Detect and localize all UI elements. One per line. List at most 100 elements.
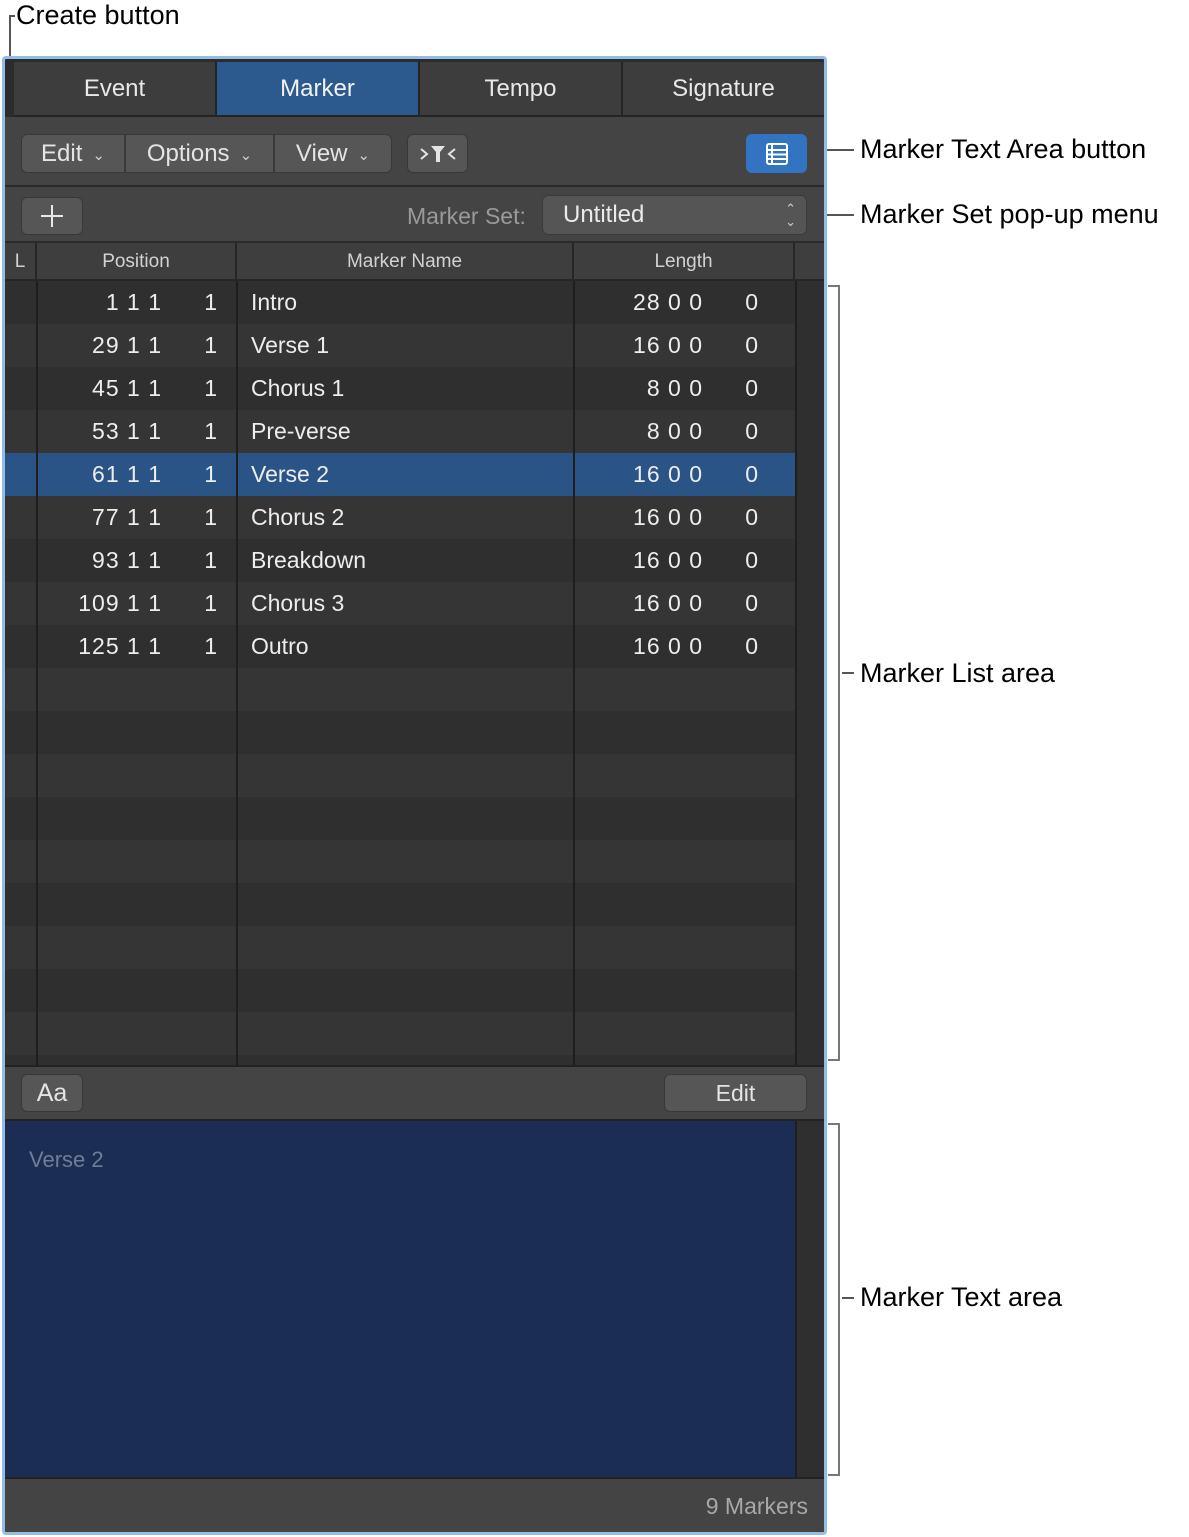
leader-marker-list <box>842 672 854 674</box>
menu-segment: Edit ⌄ Options ⌄ View ⌄ <box>21 134 392 173</box>
row-marker-name: Chorus 2 <box>251 504 345 530</box>
font-button[interactable]: Aa <box>21 1074 83 1112</box>
tab-event[interactable]: Event <box>14 62 217 117</box>
view-menu[interactable]: View ⌄ <box>275 135 391 172</box>
row-position: 125 1 1 <box>78 633 162 659</box>
row-marker-name: Intro <box>251 289 298 315</box>
table-row[interactable]: 93 1 1 1 Breakdown 16 0 0 0 <box>5 539 795 582</box>
row-position: 93 1 1 <box>92 547 162 573</box>
row-position-tick: 1 <box>204 504 217 530</box>
callout-marker-set-popup: Marker Set pop-up menu <box>860 199 1159 229</box>
row-length: 16 0 0 <box>633 633 703 659</box>
edit-menu[interactable]: Edit ⌄ <box>22 135 126 172</box>
row-length-tick: 0 <box>745 633 758 659</box>
row-position-tick: 1 <box>204 332 217 358</box>
row-stripe <box>5 883 795 926</box>
list-scrollbar[interactable] <box>795 281 824 1065</box>
row-stripe <box>5 797 795 840</box>
table-row[interactable]: 1 1 1 1 Intro 28 0 0 0 <box>5 281 795 324</box>
row-length: 8 0 0 <box>646 375 703 401</box>
row-marker-name: Outro <box>251 633 309 659</box>
tab-marker[interactable]: Marker <box>217 62 420 117</box>
list-header: L Position Marker Name Length <box>5 243 824 281</box>
row-length-tick: 0 <box>745 461 758 487</box>
row-stripe <box>5 969 795 1012</box>
row-position-tick: 1 <box>204 418 217 444</box>
marker-set-bar: Marker Set: Untitled ⌃ ⌄ <box>5 187 824 243</box>
row-stripe <box>5 1012 795 1055</box>
row-position-tick: 1 <box>204 633 217 659</box>
row-marker-name: Verse 2 <box>251 461 329 487</box>
row-position: 1 1 1 <box>105 289 162 315</box>
column-header-length[interactable]: Length <box>574 243 795 281</box>
tab-tempo[interactable]: Tempo <box>420 62 623 117</box>
tab-signature[interactable]: Signature <box>623 62 824 117</box>
chevron-down-icon: ⌄ <box>92 146 105 164</box>
row-length: 28 0 0 <box>633 289 703 315</box>
row-marker-name: Pre-verse <box>251 418 351 444</box>
row-marker-name: Chorus 3 <box>251 590 345 616</box>
row-stripe <box>5 668 795 711</box>
table-row[interactable]: 109 1 1 1 Chorus 3 16 0 0 0 <box>5 582 795 625</box>
marker-text-area[interactable]: Verse 2 <box>5 1121 795 1477</box>
row-length-tick: 0 <box>745 504 758 530</box>
row-marker-name: Verse 1 <box>251 332 329 358</box>
plus-icon <box>41 205 63 227</box>
row-length-tick: 0 <box>745 289 758 315</box>
row-position-tick: 1 <box>204 461 217 487</box>
toolbar: Edit ⌄ Options ⌄ View ⌄ <box>5 117 824 187</box>
status-bar: 9 Markers <box>5 1477 824 1532</box>
table-row-selected[interactable]: 61 1 1 1 Verse 2 16 0 0 0 <box>5 453 795 496</box>
list-icon <box>765 142 788 165</box>
row-length: 16 0 0 <box>633 590 703 616</box>
row-length: 8 0 0 <box>646 418 703 444</box>
text-area-toolbar: Aa Edit <box>5 1065 824 1121</box>
bracket-marker-list <box>828 285 840 1061</box>
table-row[interactable]: 53 1 1 1 Pre-verse 8 0 0 0 <box>5 410 795 453</box>
marker-set-popup[interactable]: Untitled ⌃ ⌄ <box>542 195 807 235</box>
row-position: 53 1 1 <box>92 418 162 444</box>
text-area-scrollbar[interactable] <box>795 1121 824 1477</box>
table-row[interactable]: 29 1 1 1 Verse 1 16 0 0 0 <box>5 324 795 367</box>
leader-marker-text <box>842 1297 854 1299</box>
row-marker-name: Breakdown <box>251 547 367 573</box>
catch-filter-button[interactable] <box>407 134 468 173</box>
edit-text-button[interactable]: Edit <box>664 1074 807 1112</box>
marker-set-value: Untitled <box>563 201 645 228</box>
leader-create-tick-top <box>9 15 15 17</box>
marker-list-area: 1 1 1 1 Intro 28 0 0 0 29 1 1 1 Verse 1 … <box>5 281 824 1065</box>
options-menu[interactable]: Options ⌄ <box>126 135 275 172</box>
row-stripe <box>5 926 795 969</box>
list-editor-tabs: Event Marker Tempo Signature <box>14 62 824 117</box>
marker-text-area-button[interactable] <box>746 134 807 173</box>
row-stripe <box>5 711 795 754</box>
column-header-lock[interactable]: L <box>5 243 37 281</box>
row-length: 16 0 0 <box>633 504 703 530</box>
bracket-marker-text <box>828 1123 840 1476</box>
table-row[interactable]: 45 1 1 1 Chorus 1 8 0 0 0 <box>5 367 795 410</box>
create-button[interactable] <box>21 197 83 235</box>
row-position: 61 1 1 <box>92 461 162 487</box>
up-down-arrows-icon: ⌃ ⌄ <box>785 201 796 229</box>
row-position-tick: 1 <box>204 289 217 315</box>
row-stripe <box>5 754 795 797</box>
row-position: 109 1 1 <box>78 590 162 616</box>
view-menu-label: View <box>295 139 348 167</box>
row-length: 16 0 0 <box>633 461 703 487</box>
chevron-down-icon: ⌄ <box>239 146 253 164</box>
column-header-position[interactable]: Position <box>37 243 237 281</box>
row-position-tick: 1 <box>204 590 217 616</box>
table-row[interactable]: 77 1 1 1 Chorus 2 16 0 0 0 <box>5 496 795 539</box>
table-row[interactable]: 125 1 1 1 Outro 16 0 0 0 <box>5 625 795 668</box>
marker-list-window: Event Marker Tempo Signature Edit ⌄ Opti… <box>2 56 827 1535</box>
row-length-tick: 0 <box>745 547 758 573</box>
chevron-down-icon: ⌄ <box>357 146 371 164</box>
row-length-tick: 0 <box>745 418 758 444</box>
row-position-tick: 1 <box>204 375 217 401</box>
row-length-tick: 0 <box>745 375 758 401</box>
callout-marker-list-area: Marker List area <box>860 658 1056 688</box>
row-position: 45 1 1 <box>92 375 162 401</box>
marker-count: 9 Markers <box>705 1493 808 1519</box>
catch-filter-icon <box>419 145 456 162</box>
column-header-marker-name[interactable]: Marker Name <box>237 243 574 281</box>
